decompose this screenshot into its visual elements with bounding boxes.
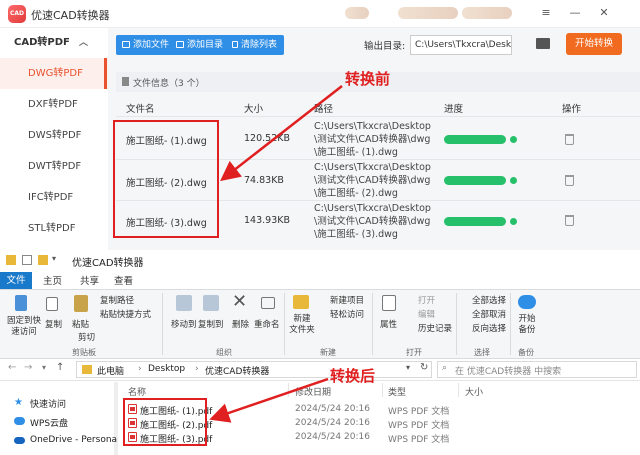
arrow-before [220,85,343,182]
annotation-arrows [209,85,343,423]
arrow-after [209,377,329,423]
